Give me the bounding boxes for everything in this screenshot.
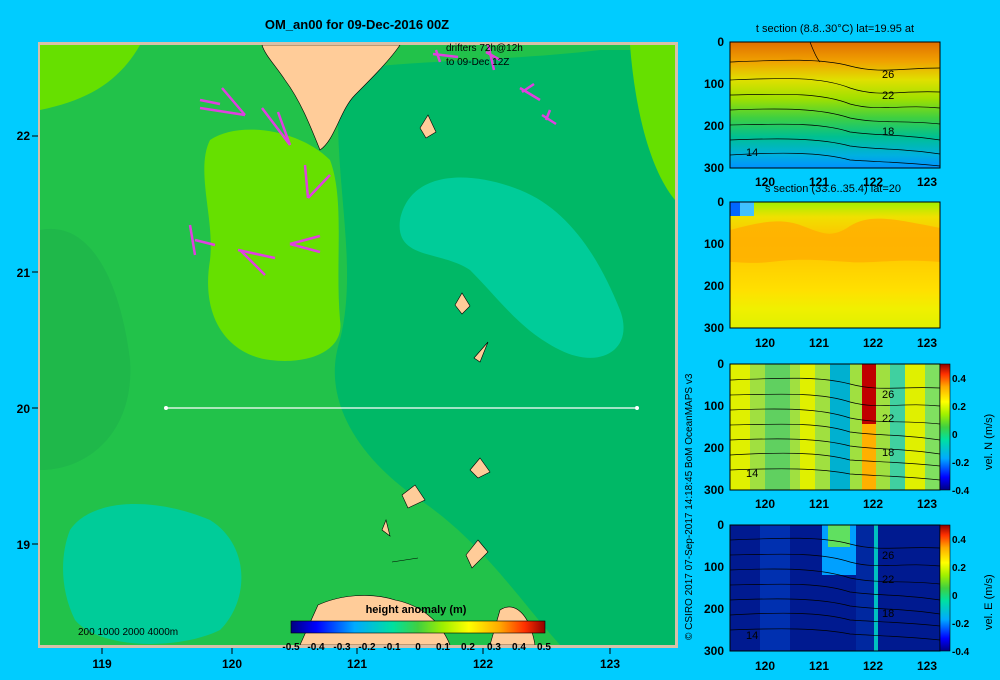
panel3-cbar-tick-3: -0.2 [952,458,970,469]
figure: OM_an00 for 09-Dec-2016 00Z drifters 72h… [17,17,995,673]
panel-velocity-north: 26 22 18 14 0 100 200 300 120 121 122 12… [704,357,995,511]
panel-velocity-east: 26 22 18 14 0 100 200 300 120 121 122 12… [704,518,995,673]
panel-salinity: s section (33.6..35.4) lat=20 0 100 200 … [704,183,941,350]
panel3-cbar-tick-0: 0.4 [952,374,966,385]
panel1-contour-label-3: 14 [746,147,758,159]
panel4-ytick-0: 0 [717,518,724,532]
panel1-contour-label-1: 22 [882,90,894,102]
drifters-label-2: to 09-Dec 12Z [446,57,509,68]
cbar-tick-3: -0.2 [358,642,376,653]
panel3-xtick-1: 121 [809,497,829,511]
panel3-ytick-3: 300 [704,483,724,497]
panel4-xtick-3: 123 [917,659,937,673]
panel1-contour-label-0: 26 [882,69,894,81]
cbar-tick-0: -0.5 [282,642,300,653]
panel2-ytick-1: 100 [704,237,724,251]
anomaly-tongue [204,129,341,361]
lat-tick-21: 21 [17,266,31,280]
panel3-ytick-0: 0 [717,357,724,371]
panel4-cbar-tick-2: 0 [952,591,958,602]
cbar-tick-6: 0.1 [436,642,450,653]
panel3-colorbar [939,363,951,491]
panel1-ytick-3: 300 [704,161,724,175]
panel2-ytick-2: 200 [704,279,724,293]
cbar-tick-9: 0.4 [512,642,526,653]
lat-tick-20: 20 [17,402,31,416]
panel4-colorbar [939,524,951,652]
panel1-title: t section (8.8..30°C) lat=19.95 at [756,23,914,35]
panel4-ytick-2: 200 [704,602,724,616]
panel4-xtick-0: 120 [755,659,775,673]
colorbar-title: height anomaly (m) [366,604,467,616]
panel2-title: s section (33.6..35.4) lat=20 [765,183,901,195]
cbar-tick-8: 0.3 [487,642,501,653]
panel3-cbar-label: vel. N (m/s) [983,414,995,470]
lon-tick-123: 123 [600,657,620,671]
panel3-contour-label-0: 26 [882,389,894,401]
colorbar-scale [290,620,546,634]
cbar-tick-10: 0.5 [537,642,551,653]
panel1-ytick-1: 100 [704,77,724,91]
panel4-cbar-tick-1: 0.2 [952,563,966,574]
panel4-contour-label-3: 14 [746,630,758,642]
panel4-cbar-tick-0: 0.4 [952,535,966,546]
cbar-tick-7: 0.2 [461,642,475,653]
panel3-cbar-tick-2: 0 [952,430,958,441]
section-end-marker [635,406,639,410]
panel1-ytick-2: 200 [704,119,724,133]
cbar-tick-2: -0.3 [333,642,351,653]
panel3-contour-label-1: 22 [882,413,894,425]
section-start-marker [164,406,168,410]
panel3-xtick-0: 120 [755,497,775,511]
lat-axis: 22 21 20 19 [17,129,38,552]
cbar-tick-5: 0 [415,642,421,653]
panel1-contour-label-2: 18 [882,126,894,138]
cbar-tick-4: -0.1 [383,642,401,653]
cbar-tick-1: -0.4 [307,642,325,653]
panel-temperature: t section (8.8..30°C) lat=19.95 at 26 22… [704,23,941,189]
panel2-xtick-2: 122 [863,336,883,350]
panel3-contour-label-2: 18 [882,447,894,459]
panel3-contour-label-3: 14 [746,468,758,480]
panel3-xtick-3: 123 [917,497,937,511]
drifters-label-1: drifters 72h@12h [446,43,523,54]
panel4-contour-label-2: 18 [882,608,894,620]
panel3-ytick-1: 100 [704,399,724,413]
panel4-ytick-3: 300 [704,644,724,658]
anomaly-patch-sw [63,503,242,644]
depth-legend: 200 1000 2000 4000m [78,627,178,638]
lon-tick-122: 122 [473,657,493,671]
panel3-cbar-tick-4: -0.4 [952,486,970,497]
panel4-cbar-label: vel. E (m/s) [983,574,995,630]
panel1-ytick-0: 0 [717,35,724,49]
panel4-xtick-2: 122 [863,659,883,673]
panel4-contour-label-0: 26 [882,550,894,562]
panel1-xtick-3: 123 [917,175,937,189]
panel3-xtick-2: 122 [863,497,883,511]
panel2-xtick-0: 120 [755,336,775,350]
panel4-cbar-tick-3: -0.2 [952,619,970,630]
panel2-ytick-0: 0 [717,195,724,209]
credit-text: © CSIRO 2017 07-Sep-2017 14:18:45 BoM Oc… [684,373,695,640]
lat-tick-22: 22 [17,129,31,143]
panel2-xtick-3: 123 [917,336,937,350]
panel4-ytick-1: 100 [704,560,724,574]
panel4-cbar-tick-4: -0.4 [952,647,970,658]
panel4-contour-label-1: 22 [882,574,894,586]
lon-tick-119: 119 [92,657,112,671]
panel2-xtick-1: 121 [809,336,829,350]
map-title: OM_an00 for 09-Dec-2016 00Z [265,17,449,32]
map-frame: drifters 72h@12h to 09-Dec 12Z 200 1000 … [38,42,678,648]
panel3-cbar-tick-1: 0.2 [952,402,966,413]
panel4-xtick-1: 121 [809,659,829,673]
lon-tick-121: 121 [347,657,367,671]
lon-tick-120: 120 [222,657,242,671]
panel3-ytick-2: 200 [704,441,724,455]
lat-tick-19: 19 [17,538,31,552]
panel2-ytick-3: 300 [704,321,724,335]
